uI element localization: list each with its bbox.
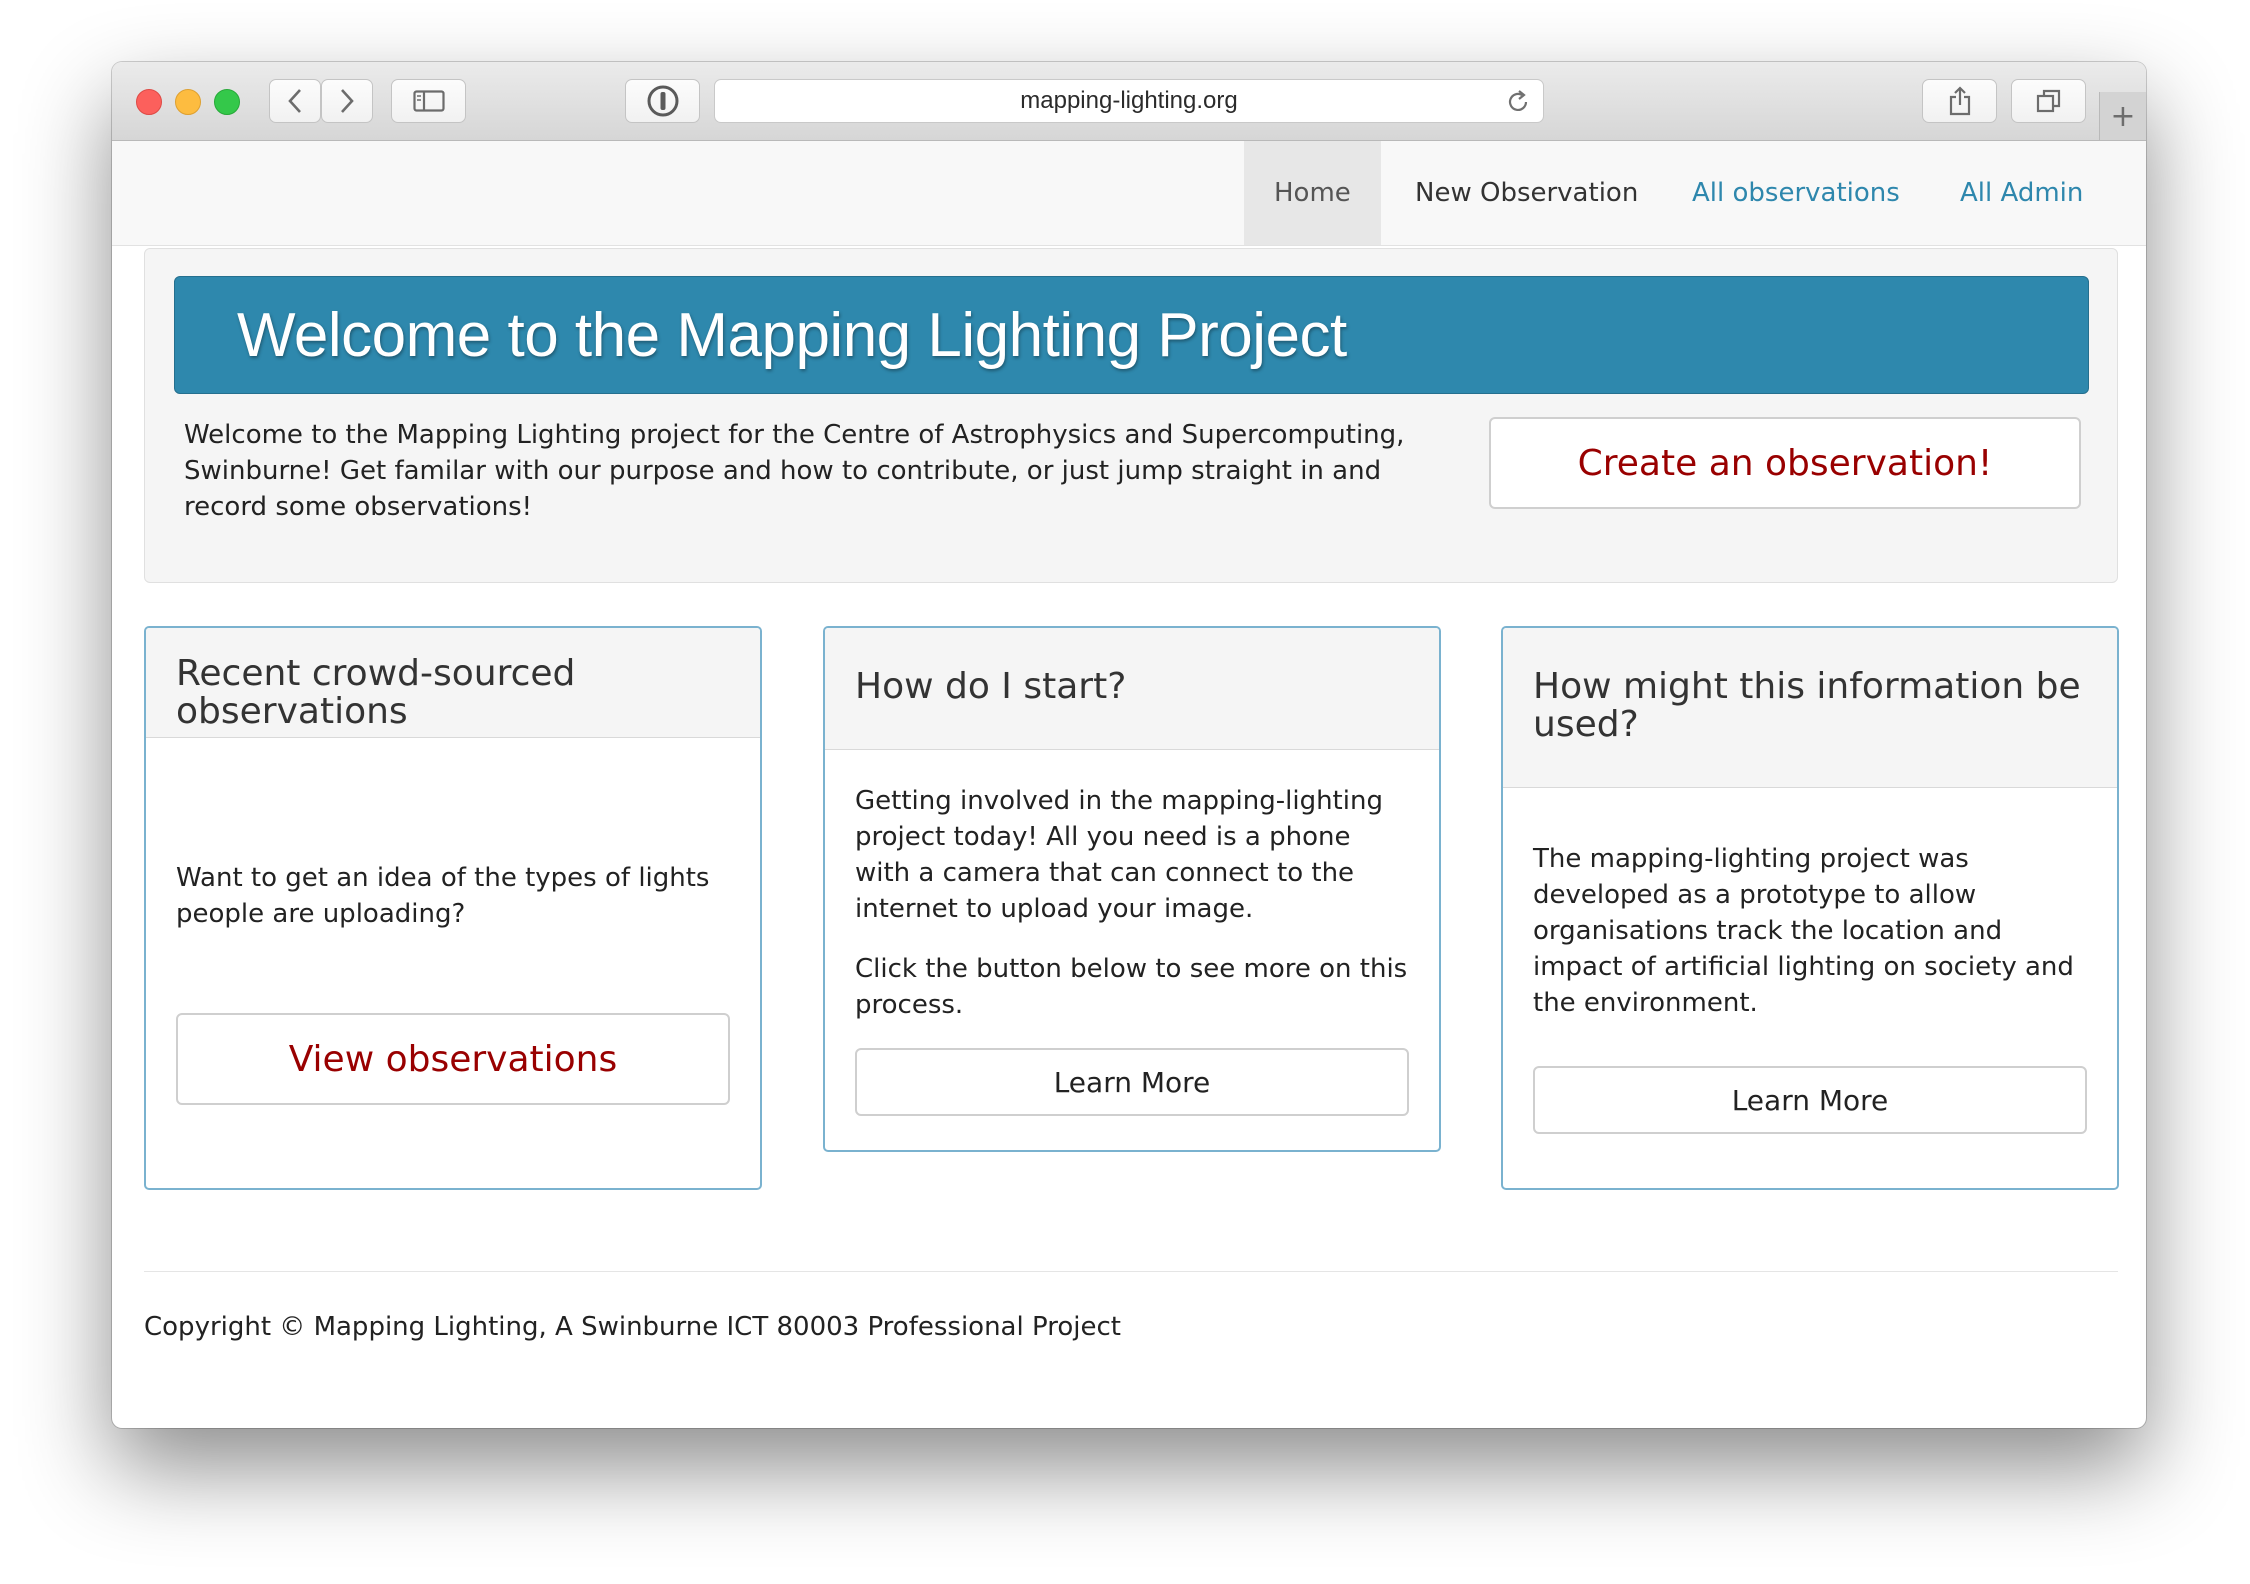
card-title: Recent crowd-sourced observations — [176, 653, 576, 732]
card-body: Getting involved in the mapping-lighting… — [855, 783, 1409, 1023]
view-observations-label: View observations — [288, 1038, 618, 1080]
zoom-window-button[interactable] — [214, 89, 240, 115]
nav-home-label: Home — [1274, 178, 1351, 208]
password-manager-button[interactable] — [625, 79, 700, 123]
nav-all-observations-label: All observations — [1692, 178, 1900, 208]
footer-divider — [144, 1271, 2118, 1272]
new-tab-icon: + — [2110, 98, 2136, 134]
sidebar-icon — [412, 90, 445, 112]
card-paragraph: The mapping-lighting project was develop… — [1533, 844, 2074, 1018]
card-title: How might this information be used? — [1533, 666, 2081, 745]
url-text: mapping-lighting.org — [1020, 87, 1238, 114]
learn-more-start-button[interactable]: Learn More — [855, 1048, 1409, 1116]
back-button[interactable] — [269, 79, 321, 123]
card-paragraph: Want to get an idea of the types of ligh… — [176, 863, 710, 929]
browser-toolbar: mapping-lighting.org + — [112, 62, 2146, 141]
card-body: The mapping-lighting project was develop… — [1533, 841, 2087, 1021]
nav-new-observation-label: New Observation — [1415, 178, 1639, 208]
card-how-to-start: How do I start? Getting involved in the … — [823, 626, 1441, 1152]
card-header: How might this information be used? — [1503, 628, 2117, 788]
nav-all-observations[interactable]: All observations — [1662, 141, 1930, 245]
card-header: How do I start? — [825, 628, 1439, 750]
card-title: How do I start? — [855, 666, 1127, 707]
card-information-usage: How might this information be used? The … — [1501, 626, 2119, 1190]
forward-button[interactable] — [321, 79, 373, 123]
nav-home[interactable]: Home — [1244, 141, 1381, 245]
close-window-button[interactable] — [136, 89, 162, 115]
card-paragraph: Getting involved in the mapping-lighting… — [855, 786, 1383, 924]
tabs-icon — [2036, 89, 2060, 113]
share-icon — [1949, 86, 1970, 116]
minimize-window-button[interactable] — [175, 89, 201, 115]
card-paragraph: Click the button below to see more on th… — [855, 954, 1408, 1020]
welcome-banner: Welcome to the Mapping Lighting Project — [174, 276, 2089, 394]
learn-more-usage-button[interactable]: Learn More — [1533, 1066, 2087, 1134]
page-title: Welcome to the Mapping Lighting Project — [237, 300, 1347, 370]
footer-copyright: Copyright © Mapping Lighting, A Swinburn… — [144, 1312, 1121, 1342]
forward-icon — [341, 89, 354, 113]
browser-window: mapping-lighting.org + Home New Observat… — [112, 62, 2146, 1428]
address-bar[interactable]: mapping-lighting.org — [714, 79, 1544, 123]
card-header: Recent crowd-sourced observations — [146, 628, 760, 738]
share-button[interactable] — [1922, 79, 1997, 123]
tabs-overview-button[interactable] — [2011, 79, 2086, 123]
card-recent-observations: Recent crowd-sourced observations Want t… — [144, 626, 762, 1190]
card-body: Want to get an idea of the types of ligh… — [176, 860, 730, 932]
create-observation-label: Create an observation! — [1577, 442, 1993, 484]
welcome-jumbotron: Welcome to the Mapping Lighting Project … — [144, 248, 2118, 583]
nav-new-observation[interactable]: New Observation — [1385, 141, 1668, 245]
view-observations-button[interactable]: View observations — [176, 1013, 730, 1105]
new-tab-button[interactable]: + — [2099, 92, 2146, 140]
password-manager-icon — [647, 85, 678, 117]
nav-all-admin-label: All Admin — [1960, 178, 2084, 208]
learn-more-label: Learn More — [1053, 1065, 1211, 1099]
sidebar-button[interactable] — [391, 79, 466, 123]
site-navbar: Home New Observation All observations Al… — [112, 141, 2146, 246]
create-observation-button[interactable]: Create an observation! — [1489, 417, 2081, 509]
nav-all-admin[interactable]: All Admin — [1930, 141, 2113, 245]
learn-more-label: Learn More — [1731, 1083, 1889, 1117]
back-icon — [288, 89, 301, 113]
reload-icon[interactable] — [1505, 89, 1531, 115]
intro-text: Welcome to the Mapping Lighting project … — [184, 420, 1405, 522]
